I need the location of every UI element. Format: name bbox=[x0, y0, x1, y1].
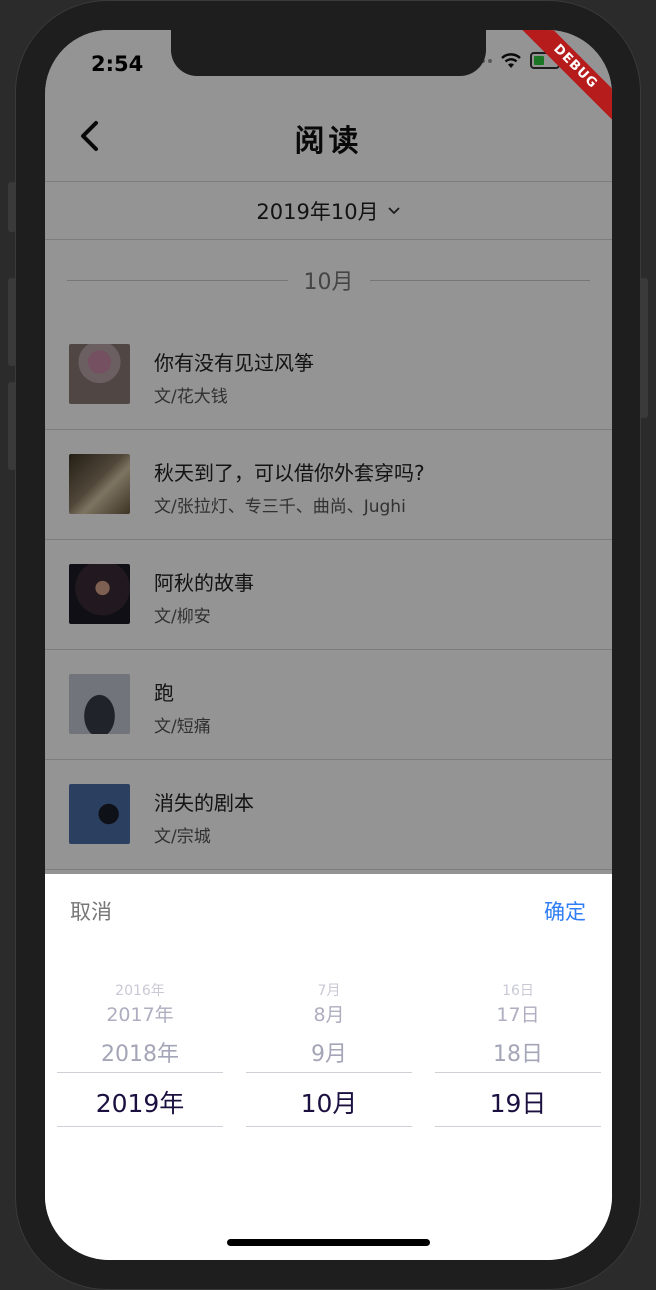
month-option-selected[interactable]: 10月 bbox=[246, 1084, 412, 1120]
selection-line bbox=[57, 1126, 223, 1127]
mute-switch bbox=[8, 182, 16, 232]
power-button bbox=[640, 278, 648, 418]
day-wheel[interactable]: 16日 17日 18日 19日 bbox=[435, 974, 601, 1144]
home-indicator bbox=[227, 1239, 430, 1246]
month-option[interactable]: 9月 bbox=[246, 1036, 412, 1068]
selection-line bbox=[435, 1126, 601, 1127]
screen: DEBUG 2:54 阅读 2019年10月 10月 你有没有见过风筝 文/花大… bbox=[45, 30, 612, 1260]
year-option[interactable]: 2018年 bbox=[57, 1036, 223, 1068]
day-option[interactable]: 16日 bbox=[435, 980, 601, 1000]
selection-line bbox=[246, 1126, 412, 1127]
date-picker-sheet: 取消 确定 2016年 2017年 2018年 2019年 7月 8月 9月 1… bbox=[45, 874, 612, 1260]
confirm-button[interactable]: 确定 bbox=[544, 896, 586, 926]
month-wheel[interactable]: 7月 8月 9月 10月 bbox=[246, 974, 412, 1144]
year-option[interactable]: 2017年 bbox=[57, 1000, 223, 1027]
volume-up-button bbox=[8, 278, 16, 366]
day-option-selected[interactable]: 19日 bbox=[435, 1084, 601, 1120]
selection-line bbox=[57, 1072, 223, 1073]
year-wheel[interactable]: 2016年 2017年 2018年 2019年 bbox=[57, 974, 223, 1144]
month-option[interactable]: 7月 bbox=[246, 980, 412, 1000]
day-option[interactable]: 18日 bbox=[435, 1036, 601, 1068]
selection-line bbox=[435, 1072, 601, 1073]
modal-overlay[interactable] bbox=[45, 30, 612, 874]
selection-line bbox=[246, 1072, 412, 1073]
volume-down-button bbox=[8, 382, 16, 470]
day-option[interactable]: 17日 bbox=[435, 1000, 601, 1027]
notch bbox=[171, 30, 486, 76]
month-option[interactable]: 8月 bbox=[246, 1000, 412, 1027]
year-option-selected[interactable]: 2019年 bbox=[57, 1084, 223, 1120]
year-option[interactable]: 2016年 bbox=[57, 980, 223, 1000]
cancel-button[interactable]: 取消 bbox=[70, 896, 112, 926]
